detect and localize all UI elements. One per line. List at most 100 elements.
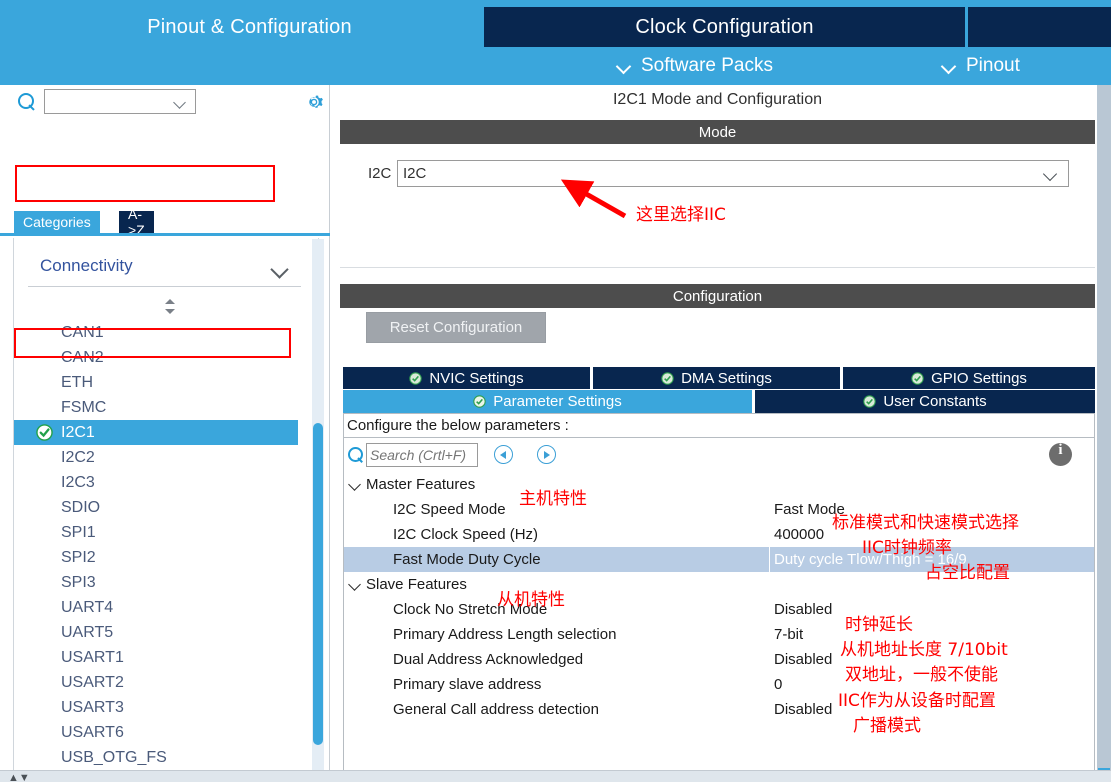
sidebar-item-usart6[interactable]: USART6 <box>14 720 314 745</box>
parameter-group-header[interactable]: Master Features <box>344 472 1094 497</box>
tab-pinout-and-configuration[interactable]: Pinout & Configuration <box>22 7 477 47</box>
tab-categories[interactable]: Categories <box>14 211 100 233</box>
sidebar-item-sdio[interactable]: SDIO <box>14 495 314 520</box>
sidebar-item-label: FSMC <box>61 398 107 416</box>
chevron-down-icon[interactable] <box>175 98 186 109</box>
reset-configuration-button[interactable]: Reset Configuration <box>366 312 546 343</box>
section-bar-mode: Mode <box>340 120 1095 144</box>
i2c-mode-label: I2C <box>368 165 392 182</box>
annotation-clock-speed: IIC时钟频率 <box>862 538 952 558</box>
sidebar-item-can2[interactable]: CAN2 <box>14 345 314 370</box>
parameter-value[interactable]: Disabled <box>774 601 832 618</box>
sidebar-item-label: SPI3 <box>61 573 96 591</box>
sidebar-item-label: USB_OTG_FS <box>61 748 167 766</box>
parameter-name: General Call address detection <box>393 701 599 718</box>
sidebar-item-spi2[interactable]: SPI2 <box>14 545 314 570</box>
category-tab-underline <box>0 233 330 236</box>
sidebar-item-label: I2C3 <box>61 473 95 491</box>
top-header: Pinout & Configuration Clock Configurati… <box>0 0 1111 85</box>
sidebar-item-uart4[interactable]: UART4 <box>14 595 314 620</box>
tab-gpio-settings[interactable]: GPIO Settings <box>843 367 1095 389</box>
parameter-value[interactable]: Disabled <box>774 651 832 668</box>
bottom-left-arrow-icon[interactable]: ▲▼ <box>8 772 30 782</box>
section-bar-configuration: Configuration <box>340 284 1095 308</box>
main-scrollbar-track[interactable] <box>1097 85 1111 782</box>
parameter-value[interactable]: 0 <box>774 676 782 693</box>
parameter-value[interactable]: 400000 <box>774 526 824 543</box>
gear-icon[interactable] <box>303 91 325 113</box>
tab-extra[interactable] <box>968 7 1111 47</box>
peripheral-search-input[interactable] <box>45 90 163 113</box>
sidebar-item-usart2[interactable]: USART2 <box>14 670 314 695</box>
chevron-down-icon <box>943 60 956 73</box>
search-icon <box>348 447 364 463</box>
tab-dma-settings-label: DMA Settings <box>681 369 772 387</box>
chevron-down-icon[interactable] <box>348 578 362 592</box>
chevron-down-icon[interactable] <box>273 263 288 278</box>
sidebar-item-fsmc[interactable]: FSMC <box>14 395 314 420</box>
sidebar-item-usb_otg_fs[interactable]: USB_OTG_FS <box>14 745 314 770</box>
scroll-spinner-icon[interactable] <box>162 298 178 315</box>
group-divider <box>28 286 301 287</box>
sidebar-item-spi3[interactable]: SPI3 <box>14 570 314 595</box>
sidebar-item-label: ETH <box>61 373 93 391</box>
sidebar-item-label: CAN2 <box>61 348 104 366</box>
sidebar-item-eth[interactable]: ETH <box>14 370 314 395</box>
i2c-mode-dropdown[interactable]: I2C <box>397 160 1069 187</box>
chevron-down-icon[interactable] <box>348 478 362 492</box>
check-circle-icon <box>863 395 877 408</box>
sidebar-item-spi1[interactable]: SPI1 <box>14 520 314 545</box>
cubemx-window: Pinout & Configuration Clock Configurati… <box>0 0 1111 782</box>
tab-a-to-z[interactable]: A->Z <box>119 206 154 238</box>
sidebar-scrollbar-thumb[interactable] <box>313 423 323 745</box>
chevron-down-icon[interactable] <box>1045 169 1057 181</box>
subtab-pinout[interactable]: Pinout <box>943 47 1020 85</box>
check-circle-icon <box>661 371 674 385</box>
sidebar-item-label: SPI2 <box>61 548 96 566</box>
chevron-left-icon <box>500 450 506 459</box>
sidebar-item-label: USART3 <box>61 698 124 716</box>
sidebar-item-i2c2[interactable]: I2C2 <box>14 445 314 470</box>
sidebar-item-i2c1[interactable]: I2C1 <box>14 420 298 445</box>
check-circle-icon <box>409 371 423 385</box>
parameter-search-box[interactable] <box>366 443 478 467</box>
sidebar-item-label: I2C1 <box>61 423 95 441</box>
sidebar-item-usart3[interactable]: USART3 <box>14 695 314 720</box>
bottom-strip <box>0 770 1111 782</box>
parameter-value[interactable]: 7-bit <box>774 626 803 643</box>
tab-user-constants[interactable]: User Constants <box>755 390 1095 413</box>
tab-clock-configuration[interactable]: Clock Configuration <box>484 7 965 47</box>
sidebar-item-can1[interactable]: CAN1 <box>14 320 314 345</box>
tab-dma-settings[interactable]: DMA Settings <box>593 367 840 389</box>
sidebar-item-label: USART2 <box>61 673 124 691</box>
info-icon[interactable] <box>1049 442 1072 466</box>
parameter-name: Dual Address Acknowledged <box>393 651 584 668</box>
subtab-software-packs-label: Software Packs <box>641 55 773 76</box>
annotation-speed-mode: 标准模式和快速模式选择 <box>832 513 1019 533</box>
sub-tab-row: Software Packs Pinout <box>0 47 1111 85</box>
group-header-connectivity[interactable]: Connectivity <box>14 250 302 284</box>
parameter-value[interactable]: Disabled <box>774 701 832 718</box>
peripheral-search-combo[interactable] <box>44 89 196 114</box>
sidebar-item-usart1[interactable]: USART1 <box>14 645 314 670</box>
sidebar-item-label: USART6 <box>61 723 124 741</box>
subtab-software-packs[interactable]: Software Packs <box>618 47 773 85</box>
chevron-right-icon <box>544 450 550 459</box>
subtab-pinout-label: Pinout <box>966 55 1020 76</box>
search-next-button[interactable] <box>537 445 556 464</box>
annotation-slave-features: 从机特性 <box>497 590 565 610</box>
tab-nvic-settings[interactable]: NVIC Settings <box>343 367 590 389</box>
sidebar-item-uart5[interactable]: UART5 <box>14 620 314 645</box>
parameter-name: I2C Clock Speed (Hz) <box>393 526 539 543</box>
parameter-search-input[interactable] <box>367 444 475 466</box>
main-tab-row: Pinout & Configuration Clock Configurati… <box>0 7 1111 47</box>
annotation-clock-stretch: 时钟延长 <box>845 615 913 635</box>
annotation-master-features: 主机特性 <box>519 489 587 509</box>
annotation-duty-cycle: 占空比配置 <box>925 563 1010 583</box>
search-icon <box>18 93 36 111</box>
tab-parameter-settings[interactable]: Parameter Settings <box>343 390 752 413</box>
sidebar-item-label: USART1 <box>61 648 124 666</box>
search-previous-button[interactable] <box>494 445 513 464</box>
sidebar-item-i2c3[interactable]: I2C3 <box>14 470 314 495</box>
parameter-row[interactable]: Clock No Stretch Mode Disabled <box>344 597 1094 622</box>
